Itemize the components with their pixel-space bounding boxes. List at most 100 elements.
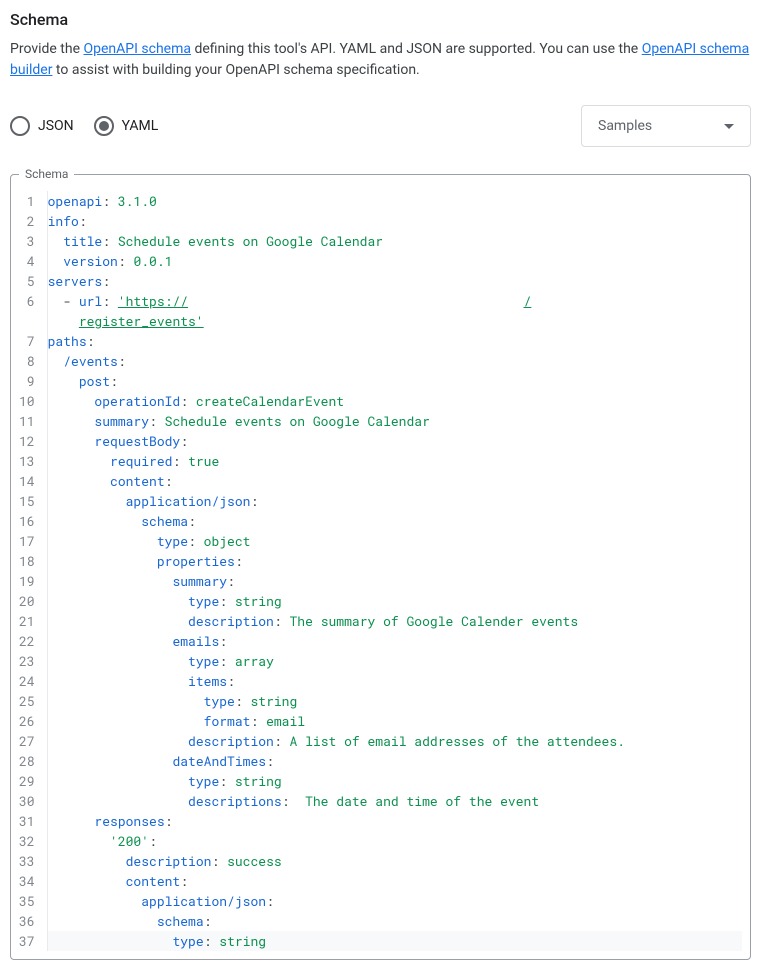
code-line[interactable]: required: true [47, 451, 742, 471]
section-description: Provide the OpenAPI schema defining this… [10, 39, 751, 81]
line-number: 36 [19, 911, 35, 931]
line-number: 34 [19, 871, 35, 891]
code-line[interactable]: type: object [47, 531, 742, 551]
code-line[interactable]: type: array [47, 651, 742, 671]
line-number: 30 [19, 791, 35, 811]
code-line[interactable]: register_events' [47, 311, 742, 331]
code-editor[interactable]: 1234567891011121314151617181920212223242… [19, 191, 742, 951]
description-text: defining this tool's API. YAML and JSON … [191, 41, 642, 57]
fieldset-legend: Schema [19, 167, 74, 181]
code-line[interactable]: type: string [47, 771, 742, 791]
line-number: 19 [19, 571, 35, 591]
code-line[interactable]: application/json: [47, 491, 742, 511]
code-line[interactable]: properties: [47, 551, 742, 571]
line-number: 6 [19, 291, 35, 311]
code-line[interactable]: items: [47, 671, 742, 691]
radio-icon [10, 116, 30, 136]
line-number: 3 [19, 231, 35, 251]
line-number: 10 [19, 391, 35, 411]
schema-section: Schema Provide the OpenAPI schema defini… [10, 10, 751, 960]
line-number: 7 [19, 331, 35, 351]
line-number: 37 [19, 931, 35, 951]
yaml-radio-option[interactable]: YAML [94, 116, 159, 136]
code-line[interactable]: paths: [47, 331, 742, 351]
line-number: 14 [19, 471, 35, 491]
line-number: 2 [19, 211, 35, 231]
radio-dot-icon [99, 121, 109, 131]
code-line[interactable]: schema: [47, 911, 742, 931]
yaml-radio-label: YAML [122, 118, 159, 134]
line-number: 35 [19, 891, 35, 911]
schema-fieldset: Schema 123456789101112131415161718192021… [10, 167, 751, 960]
code-line[interactable]: summary: Schedule events on Google Calen… [47, 411, 742, 431]
line-number: 26 [19, 711, 35, 731]
samples-dropdown[interactable]: Samples [581, 105, 751, 147]
line-number: 12 [19, 431, 35, 451]
chevron-down-icon [724, 124, 734, 129]
code-line[interactable]: type: string [47, 691, 742, 711]
json-radio-label: JSON [38, 118, 74, 134]
line-number: 32 [19, 831, 35, 851]
code-line[interactable]: emails: [47, 631, 742, 651]
line-number: 33 [19, 851, 35, 871]
code-line[interactable]: description: A list of email addresses o… [47, 731, 742, 751]
line-number: 29 [19, 771, 35, 791]
code-line[interactable]: operationId: createCalendarEvent [47, 391, 742, 411]
line-number: 1 [19, 191, 35, 211]
code-line[interactable]: openapi: 3.1.0 [47, 191, 742, 211]
code-lines[interactable]: openapi: 3.1.0info: title: Schedule even… [47, 191, 742, 951]
line-number [19, 311, 35, 331]
line-number: 18 [19, 551, 35, 571]
line-number: 8 [19, 351, 35, 371]
line-number: 15 [19, 491, 35, 511]
samples-dropdown-label: Samples [598, 118, 652, 134]
line-number: 21 [19, 611, 35, 631]
line-number: 16 [19, 511, 35, 531]
description-text: to assist with building your OpenAPI sch… [52, 62, 419, 78]
code-line[interactable]: - url: 'https:// / [47, 291, 742, 311]
code-line[interactable]: summary: [47, 571, 742, 591]
code-line[interactable]: content: [47, 471, 742, 491]
code-line[interactable]: responses: [47, 811, 742, 831]
code-line[interactable]: servers: [47, 271, 742, 291]
format-controls-row: JSON YAML Samples [10, 105, 751, 147]
line-number: 24 [19, 671, 35, 691]
radio-icon [94, 116, 114, 136]
line-number: 11 [19, 411, 35, 431]
code-line[interactable]: format: email [47, 711, 742, 731]
code-line[interactable]: type: string [47, 591, 742, 611]
section-title: Schema [10, 10, 751, 29]
format-radio-group: JSON YAML [10, 116, 158, 136]
code-line[interactable]: schema: [47, 511, 742, 531]
line-number: 22 [19, 631, 35, 651]
line-number: 23 [19, 651, 35, 671]
code-line[interactable]: /events: [47, 351, 742, 371]
line-number: 4 [19, 251, 35, 271]
code-line[interactable]: type: string [47, 931, 742, 951]
line-number: 17 [19, 531, 35, 551]
line-number: 20 [19, 591, 35, 611]
line-number: 28 [19, 751, 35, 771]
code-line[interactable]: '200': [47, 831, 742, 851]
code-line[interactable]: requestBody: [47, 431, 742, 451]
code-line[interactable]: content: [47, 871, 742, 891]
code-line[interactable]: description: success [47, 851, 742, 871]
code-line[interactable]: version: 0.0.1 [47, 251, 742, 271]
line-number: 5 [19, 271, 35, 291]
line-number: 25 [19, 691, 35, 711]
line-number: 31 [19, 811, 35, 831]
description-text: Provide the [10, 41, 84, 57]
code-line[interactable]: dateAndTimes: [47, 751, 742, 771]
line-number-gutter: 1234567891011121314151617181920212223242… [19, 191, 47, 951]
json-radio-option[interactable]: JSON [10, 116, 74, 136]
line-number: 13 [19, 451, 35, 471]
code-line[interactable]: descriptions: The date and time of the e… [47, 791, 742, 811]
code-line[interactable]: post: [47, 371, 742, 391]
code-line[interactable]: info: [47, 211, 742, 231]
code-line[interactable]: title: Schedule events on Google Calenda… [47, 231, 742, 251]
code-line[interactable]: description: The summary of Google Calen… [47, 611, 742, 631]
line-number: 9 [19, 371, 35, 391]
line-number: 27 [19, 731, 35, 751]
openapi-schema-link[interactable]: OpenAPI schema [84, 41, 191, 57]
code-line[interactable]: application/json: [47, 891, 742, 911]
